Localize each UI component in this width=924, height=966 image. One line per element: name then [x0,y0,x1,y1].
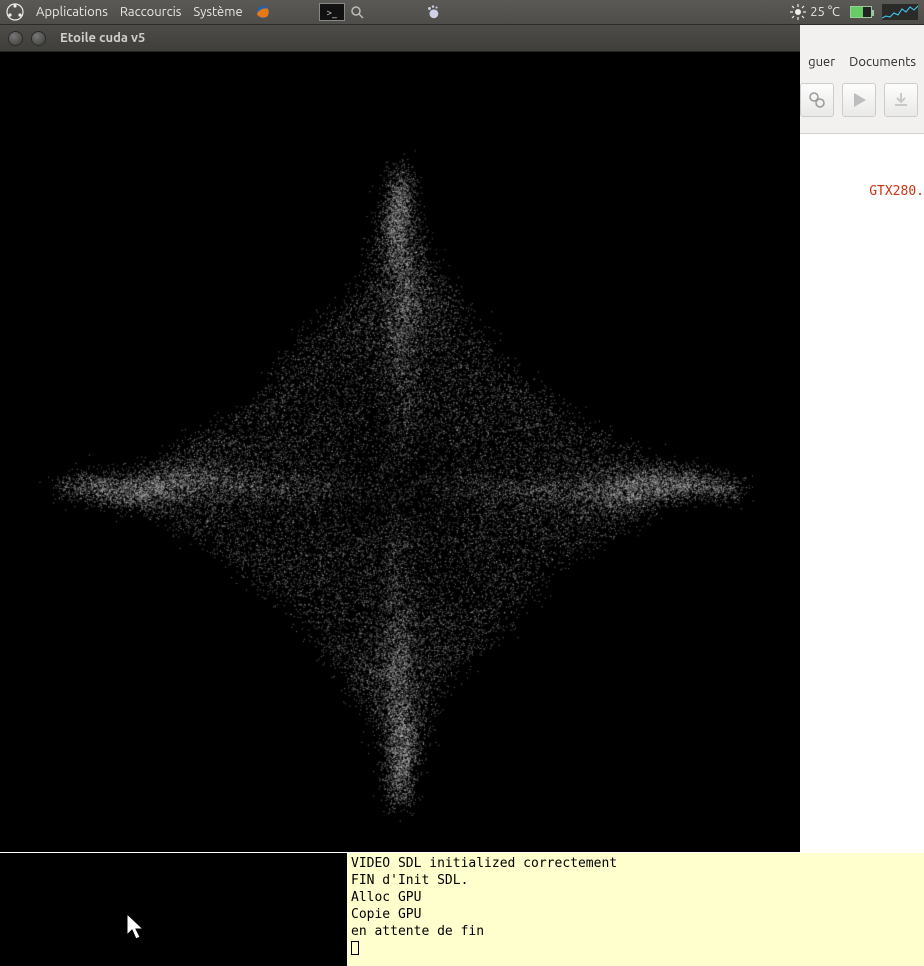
menu-shortcuts[interactable]: Raccourcis [114,5,188,19]
terminal-launcher-icon[interactable]: >_ [319,3,345,21]
terminal-line: VIDEO SDL initialized correctement [351,856,617,871]
weather-indicator[interactable]: 25 °C [790,4,840,20]
desktop-black-area [0,853,347,966]
window-titlebar[interactable]: Etoile cuda v5 [0,25,800,52]
terminal-line: Copie GPU [351,907,421,922]
firefox-icon[interactable] [255,4,271,20]
settings-button[interactable] [800,83,834,117]
network-graph-icon[interactable] [882,4,918,20]
weather-temp: 25 °C [810,5,840,19]
window-close-button[interactable] [8,31,23,46]
download-icon [892,91,910,109]
gnome-foot-icon[interactable] [425,4,441,20]
run-button[interactable] [842,83,876,117]
ide-menu-documents[interactable]: Documents [849,55,916,69]
ide-red-text: GTX280. [869,184,924,199]
terminal-line: Alloc GPU [351,890,421,905]
gnome-top-panel: Applications Raccourcis Système >_ 25 °C [0,0,924,25]
ide-menu-debug[interactable]: guer [808,55,835,69]
terminal-line: en attente de fin [351,924,484,939]
ubuntu-logo-icon[interactable] [4,1,26,23]
menu-applications[interactable]: Applications [30,5,114,19]
system-tray: 25 °C [790,4,924,20]
simulation-canvas [0,52,800,852]
ide-toolbar [800,83,918,117]
sun-icon [790,4,806,20]
download-button[interactable] [884,83,918,117]
terminal-output[interactable]: VIDEO SDL initialized correctement FIN d… [347,853,924,966]
battery-indicator[interactable] [850,6,872,18]
terminal-cursor [351,941,359,955]
search-icon[interactable] [349,4,365,20]
play-icon [850,91,868,109]
menu-system[interactable]: Système [187,5,248,19]
ide-menubar: guer Documents [808,51,924,73]
terminal-line: FIN d'Init SDL. [351,873,468,888]
sdl-window: Etoile cuda v5 [0,25,800,852]
gear-icon [807,90,827,110]
window-minimize-button[interactable] [31,31,46,46]
window-title: Etoile cuda v5 [60,31,145,45]
